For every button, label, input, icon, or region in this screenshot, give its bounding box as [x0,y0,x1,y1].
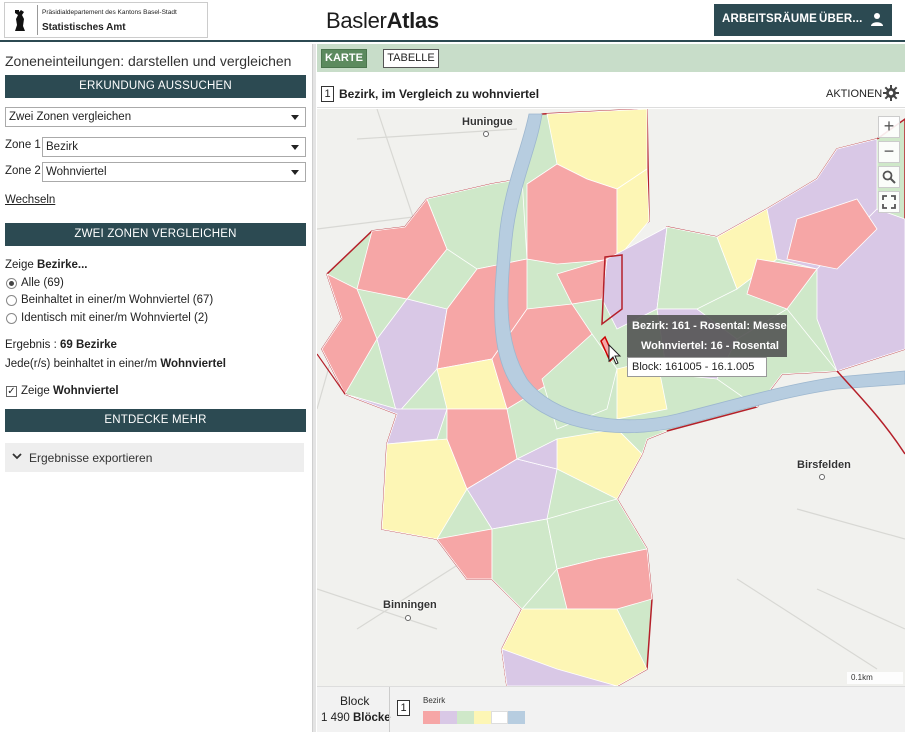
user-icon[interactable] [870,12,884,26]
export-label: Ergebnisse exportieren [29,451,153,465]
legend-title: Bezirk [423,696,446,705]
map-canvas[interactable]: Huningue Birsfelden Binningen + − Bezirk… [317,109,905,686]
brand-title: BaslerAtlas [326,8,439,34]
chevron-down-icon [12,453,22,460]
scale-label: 0.1km [851,673,873,682]
show-wohn-prefix: Zeige [21,385,53,397]
show-wohnviertel-checkbox[interactable]: ✓ [6,386,17,397]
actions-button[interactable]: AKTIONEN [826,88,882,100]
chevron-down-icon [291,145,299,150]
top-navigation: ARBEITSRÄUME ÜBER... [714,4,892,36]
show-wohnviertel-label[interactable]: Zeige Wohnviertel [21,385,119,397]
legend-swatch-purple [440,711,457,724]
zone2-select[interactable]: Wohnviertel [42,162,306,182]
logo-department: Präsidialdepartement des Kantons Basel-S… [42,9,177,16]
legend-swatch-blue [508,711,525,724]
place-huningue: Huningue [462,116,513,128]
mode-select[interactable]: Zwei Zonen vergleichen [5,107,306,127]
map-number-badge: 1 [321,86,334,102]
place-birsfelden: Birsfelden [797,459,851,471]
panel-splitter[interactable] [312,44,316,732]
show-bold: Bezirke... [36,259,88,271]
logo-divider [37,5,38,35]
map-title: Bezirk, im Vergleich zu wohnviertel [339,87,540,101]
legend-swatch-yellow [474,711,491,724]
radio-all-label[interactable]: Alle (69) [21,277,64,289]
compare-section-bar[interactable]: ZWEI ZONEN VERGLEICHEN [5,223,306,246]
nav-about[interactable]: ÜBER... [819,13,863,25]
show-prefix: Zeige [5,259,37,271]
zoom-in-button[interactable]: + [878,116,900,138]
export-accordion[interactable]: Ergebnisse exportieren [5,443,304,472]
view-tabs: KARTE TABELLE [317,44,905,72]
result-text: Ergebnis : 69 Bezirke [5,339,117,351]
tab-table[interactable]: TABELLE [383,49,439,68]
radio-contained[interactable] [6,295,17,306]
zone1-value: Bezirk [46,141,78,153]
explore-section-bar[interactable]: ERKUNDUNG AUSSUCHEN [5,75,306,98]
brand-light: Basler [326,8,387,33]
result-prefix: Ergebnis : [5,339,60,351]
legend-swatch-green [457,711,474,724]
discover-section-bar[interactable]: ENTDECKE MEHR [5,409,306,432]
zoom-out-button[interactable]: − [878,141,900,163]
radio-all[interactable] [6,278,17,289]
sidebar: Zoneneinteilungen: darstellen und vergle… [0,44,312,732]
gear-icon[interactable] [883,85,899,101]
chevron-down-icon [291,115,299,120]
legend-count-number: 1 490 [321,712,350,724]
legend-count-bold: Blöcke [352,712,391,724]
place-huningue-marker [483,131,489,137]
swap-link[interactable]: Wechseln [5,194,55,206]
tooltip-wohnviertel: Wohnviertel: 16 - Rosental [641,340,779,352]
search-button[interactable] [878,166,900,188]
show-wohn-bold: Wohnviertel [52,385,119,397]
place-birsfelden-marker [819,474,825,480]
mode-select-value: Zwei Zonen vergleichen [9,111,132,123]
legend-count: 1 490 Blöcke [321,712,391,724]
tab-map[interactable]: KARTE [321,49,367,68]
place-binningen-marker [405,615,411,621]
zone1-label: Zone 1 [5,139,41,151]
legend-unit-label: Block [340,694,370,708]
legend-swatch-white [491,711,508,724]
map-header: 1 Bezirk, im Vergleich zu wohnviertel AK… [317,72,905,108]
fullscreen-button[interactable] [878,191,900,213]
tooltip-zones: Bezirk: 161 - Rosental: Messe Wohnvierte… [627,315,787,357]
legend-number-badge: 1 [397,700,410,716]
result-bold: 69 Bezirke [59,339,117,351]
show-zones-heading: Zeige Bezirke... [5,259,87,271]
brand-bold: Atlas [386,8,440,33]
sidebar-title: Zoneneinteilungen: darstellen und vergle… [5,53,292,69]
tooltip-bezirk: Bezirk: 161 - Rosental: Messe [632,320,787,332]
place-binningen: Binningen [383,599,437,611]
radio-identical[interactable] [6,313,17,324]
each-prefix: Jede(r/s) beinhaltet in einer/m [5,358,161,370]
zone1-select[interactable]: Bezirk [42,137,306,157]
zone2-label: Zone 2 [5,165,41,177]
search-icon [882,170,896,184]
each-text: Jede(r/s) beinhaltet in einer/m Wohnvier… [5,358,226,370]
app-header: Präsidialdepartement des Kantons Basel-S… [0,0,905,42]
radio-identical-label[interactable]: Identisch mit einer/m Wohnviertel (2) [21,312,208,324]
logo-office: Statistisches Amt [42,22,126,33]
fullscreen-icon [882,195,896,209]
legend-divider [389,687,390,732]
tooltip-block: Block: 161005 - 16.1.005 [627,357,767,377]
legend-swatch-pink [423,711,440,724]
legend-footer: Block 1 490 Blöcke 1 Bezirk [317,686,905,732]
each-bold: Wohnviertel [160,358,226,370]
zone2-value: Wohnviertel [46,166,107,178]
map-scale: 0.1km [847,672,903,684]
chevron-down-icon [291,170,299,175]
nav-workspaces[interactable]: ARBEITSRÄUME [722,13,817,25]
basel-crest-icon [15,10,25,31]
radio-contained-label[interactable]: Beinhaltet in einer/m Wohnviertel (67) [21,294,213,306]
logo[interactable]: Präsidialdepartement des Kantons Basel-S… [4,2,208,38]
